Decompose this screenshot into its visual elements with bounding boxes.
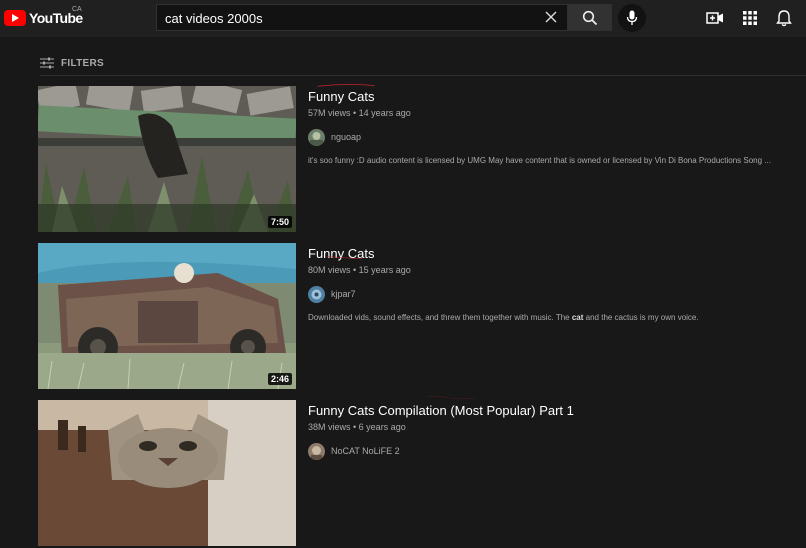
video-title[interactable]: Funny Cats Compilation (Most Popular) Pa…: [308, 403, 574, 418]
channel-avatar: [308, 285, 325, 303]
channel-link[interactable]: kjpar7: [308, 285, 356, 303]
red-annotation-stroke: [326, 256, 363, 259]
channel-name: nguoap: [331, 132, 362, 142]
search-input[interactable]: cat videos 2000s: [165, 11, 263, 26]
youtube-logo[interactable]: YouTube: [4, 8, 83, 28]
youtube-play-icon: [4, 10, 26, 26]
filter-sliders-icon: [40, 57, 54, 69]
mic-icon: [626, 10, 638, 25]
filters-divider: [40, 75, 806, 76]
video-result[interactable]: 2:46 Funny Cats 80M views • 15 years ago…: [38, 243, 806, 391]
channel-avatar: [308, 442, 325, 460]
clear-icon[interactable]: [543, 9, 559, 25]
thumbnail-image: [38, 400, 296, 546]
video-result[interactable]: Funny Cats Compilation (Most Popular) Pa…: [38, 396, 806, 548]
thumbnail-image: [38, 86, 296, 232]
voice-search-button[interactable]: [618, 4, 646, 32]
filters-button[interactable]: FILTERS: [40, 55, 104, 71]
thumbnail-image: [38, 243, 296, 389]
video-metadata: 57M views • 14 years ago: [308, 108, 411, 118]
search-box[interactable]: cat videos 2000s: [156, 4, 568, 31]
masthead: YouTube CA cat videos 2000s: [0, 0, 806, 37]
video-duration: 7:50: [267, 216, 292, 228]
video-thumbnail[interactable]: 2:46: [38, 243, 296, 389]
search-button[interactable]: [567, 4, 612, 31]
video-thumbnail[interactable]: [38, 400, 296, 546]
video-metadata: 38M views • 6 years ago: [308, 422, 406, 432]
video-thumbnail[interactable]: 7:50: [38, 86, 296, 232]
video-description: Downloaded vids, sound effects, and thre…: [308, 313, 699, 322]
filters-label: FILTERS: [61, 57, 105, 69]
channel-avatar: [308, 128, 325, 146]
channel-name: NoCAT NoLiFE 2: [331, 446, 400, 456]
video-metadata: 80M views • 15 years ago: [308, 265, 411, 275]
red-annotation-stroke: [317, 84, 375, 87]
red-annotation-stroke: [427, 396, 475, 399]
logo-region-code: CA: [72, 6, 82, 13]
apps-grid-icon[interactable]: [741, 9, 759, 27]
video-title[interactable]: Funny Cats: [308, 89, 374, 104]
search-icon: [582, 10, 598, 26]
video-duration: 2:46: [267, 373, 292, 385]
video-description: it's soo funny :D audio content is licen…: [308, 156, 771, 165]
notifications-bell-icon[interactable]: [775, 9, 793, 27]
create-video-icon[interactable]: [706, 9, 724, 27]
video-result[interactable]: 7:50 Funny Cats 57M views • 14 years ago…: [38, 84, 806, 234]
channel-link[interactable]: nguoap: [308, 128, 361, 146]
channel-name: kjpar7: [331, 289, 356, 299]
channel-link[interactable]: NoCAT NoLiFE 2: [308, 442, 400, 460]
